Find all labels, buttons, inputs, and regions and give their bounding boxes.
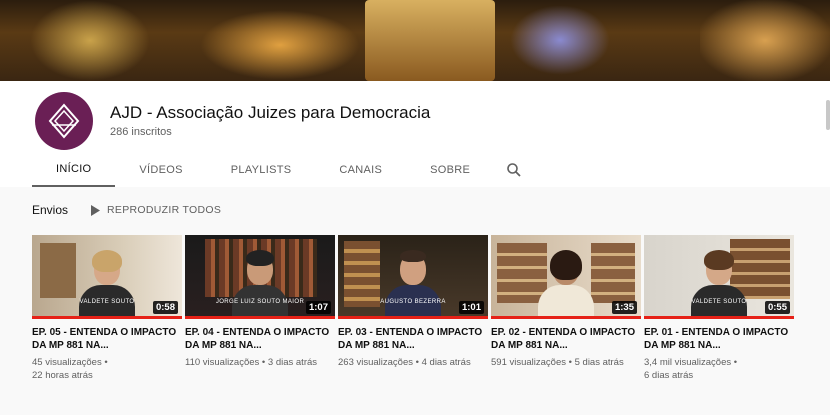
video-thumbnail[interactable]: AUGUSTO BEZERRA 1:01 (338, 235, 488, 319)
video-title[interactable]: EP. 04 - ENTENDA O IMPACTO DA MP 881 NA.… (185, 327, 335, 353)
video-views: 110 visualizações • 3 dias atrás (185, 357, 318, 368)
video-duration: 1:01 (458, 301, 484, 314)
tab-canais[interactable]: CANAIS (315, 152, 406, 187)
video-title[interactable]: EP. 01 - ENTENDA O IMPACTO DA MP 881 NA.… (644, 327, 794, 353)
video-thumbnail[interactable]: JORGE LUIZ SOUTO MAIOR 1:07 (185, 235, 335, 319)
video-duration: 0:55 (764, 301, 790, 314)
search-icon[interactable] (494, 152, 534, 187)
video-duration: 1:35 (611, 301, 637, 314)
video-item[interactable]: 1:35 EP. 02 - ENTENDA O IMPACTO DA MP 88… (491, 235, 641, 382)
progress-bar (32, 316, 182, 319)
uploads-shelf-header: Envios REPRODUZIR TODOS (32, 203, 221, 217)
channel-name: AJD - Associação Juizes para Democracia (110, 103, 431, 122)
video-item[interactable]: JORGE LUIZ SOUTO MAIOR 1:07 EP. 04 - ENT… (185, 235, 335, 382)
video-title[interactable]: EP. 02 - ENTENDA O IMPACTO DA MP 881 NA.… (491, 327, 641, 353)
video-shelf: VALDETE SOUTO 0:58 EP. 05 - ENTENDA O IM… (32, 235, 797, 382)
channel-logo-icon (48, 103, 80, 139)
video-item[interactable]: VALDETE SOUTO 0:58 EP. 05 - ENTENDA O IM… (32, 235, 182, 382)
video-title[interactable]: EP. 03 - ENTENDA O IMPACTO DA MP 881 NA.… (338, 327, 488, 353)
channel-banner (0, 0, 830, 81)
video-duration: 1:07 (305, 301, 331, 314)
progress-bar (644, 316, 794, 319)
video-views: 3,4 mil visualizações • (644, 357, 738, 368)
play-icon (91, 204, 101, 216)
video-views: 263 visualizações • 4 dias atrás (338, 357, 471, 368)
video-views: 591 visualizações • 5 dias atrás (491, 357, 624, 368)
channel-tabs: INÍCIO VÍDEOS PLAYLISTS CANAIS SOBRE (32, 152, 534, 187)
tab-playlists[interactable]: PLAYLISTS (207, 152, 316, 187)
video-thumbnail[interactable]: VALDETE SOUTO 0:55 (644, 235, 794, 319)
video-title[interactable]: EP. 05 - ENTENDA O IMPACTO DA MP 881 NA.… (32, 327, 182, 353)
tab-sobre[interactable]: SOBRE (406, 152, 494, 187)
play-all-label: REPRODUZIR TODOS (107, 204, 222, 216)
video-item[interactable]: VALDETE SOUTO 0:55 EP. 01 - ENTENDA O IM… (644, 235, 794, 382)
video-thumbnail[interactable]: VALDETE SOUTO 0:58 (32, 235, 182, 319)
video-duration: 0:58 (152, 301, 178, 314)
scrollbar[interactable] (826, 100, 830, 130)
shelf-title[interactable]: Envios (32, 203, 68, 217)
tab-videos[interactable]: VÍDEOS (115, 152, 206, 187)
progress-bar (338, 316, 488, 319)
video-age: 6 dias atrás (644, 370, 694, 381)
video-thumbnail[interactable]: 1:35 (491, 235, 641, 319)
subscriber-count: 286 inscritos (110, 126, 172, 138)
video-views: 45 visualizações • (32, 357, 108, 368)
tab-inicio[interactable]: INÍCIO (32, 152, 116, 187)
video-age: 22 horas atrás (32, 370, 93, 381)
video-item[interactable]: AUGUSTO BEZERRA 1:01 EP. 03 - ENTENDA O … (338, 235, 488, 382)
progress-bar (491, 316, 641, 319)
play-all-button[interactable]: REPRODUZIR TODOS (90, 204, 221, 216)
progress-bar (185, 316, 335, 319)
channel-avatar[interactable] (35, 92, 93, 150)
